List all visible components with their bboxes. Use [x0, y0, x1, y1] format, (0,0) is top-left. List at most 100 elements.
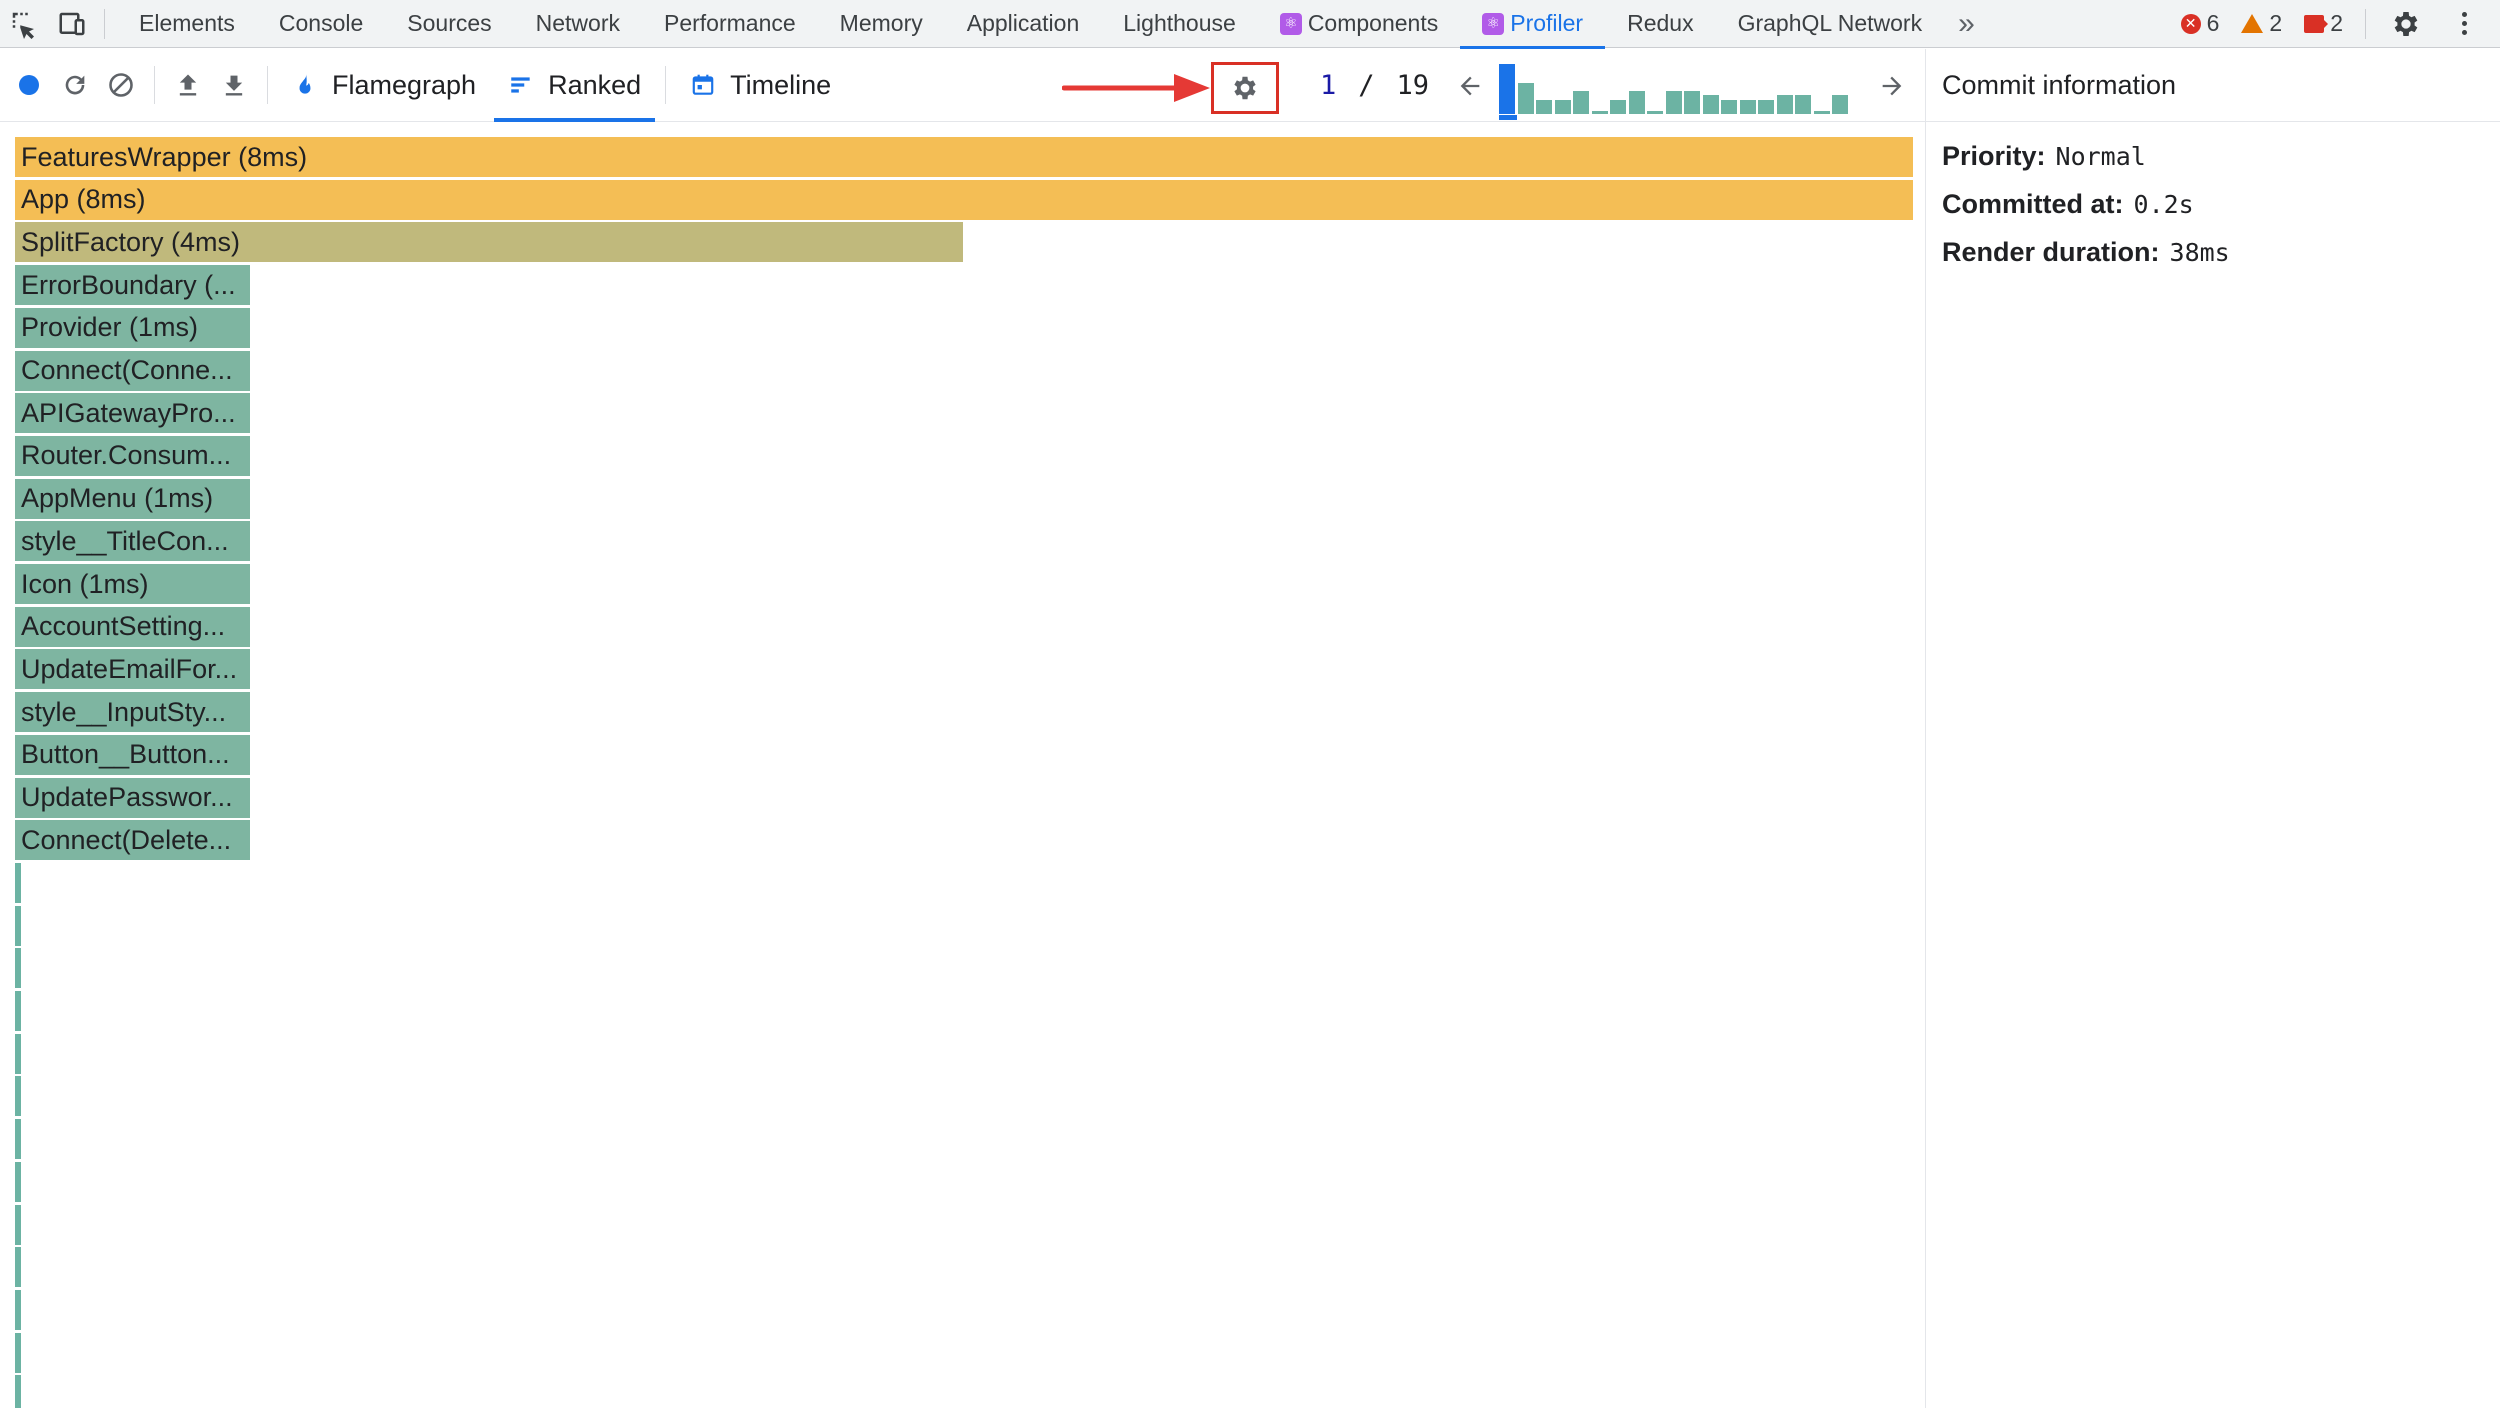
ranked-bar[interactable]: Button__Button... [15, 734, 250, 775]
committed-at-label: Committed at [1942, 188, 2115, 219]
tab-sources[interactable]: Sources [385, 0, 513, 48]
commit-bar[interactable] [1832, 95, 1848, 114]
tab-application[interactable]: Application [945, 0, 1102, 48]
next-commit-button[interactable] [1872, 49, 1912, 122]
arrow-left-icon [1460, 76, 1480, 95]
commit-bar[interactable] [1647, 111, 1663, 114]
gear-icon [1234, 76, 1256, 100]
warning-counter[interactable]: 2 [2241, 10, 2282, 37]
more-options-kebab-icon[interactable] [2446, 6, 2482, 42]
profiler-settings-button[interactable] [1211, 62, 1279, 114]
error-counter[interactable]: ✕ 6 [2180, 10, 2219, 37]
tab-graphql-network[interactable]: GraphQL Network [1716, 0, 1945, 48]
clear-profile-button[interactable] [98, 60, 144, 110]
ranked-bar[interactable]: SplitFactory (4ms) [15, 222, 963, 263]
commit-separator: / [1358, 70, 1375, 101]
render-duration-label: Render duration [1942, 236, 2151, 267]
ranked-bar-stub[interactable] [15, 1289, 21, 1330]
ranked-bar[interactable]: UpdateEmailFor... [15, 649, 250, 690]
commit-bar[interactable] [1628, 91, 1645, 114]
devtools-tabs: Elements Console Sources Network Performance… [117, 0, 1945, 49]
ranked-bar[interactable]: Router.Consum... [15, 435, 250, 476]
clear-icon [109, 73, 133, 97]
ranked-bar[interactable]: AppMenu (1ms) [15, 478, 250, 519]
tab-elements[interactable]: Elements [117, 0, 257, 48]
commit-bar[interactable] [1776, 95, 1793, 114]
ranked-bar[interactable]: FeaturesWrapper (8ms) [15, 137, 1913, 177]
more-tabs-chevron-icon[interactable]: » [1944, 7, 1983, 41]
tab-label: Redux [1627, 10, 1694, 36]
ranked-bar-stub[interactable] [15, 1204, 21, 1245]
commit-bar[interactable] [1554, 100, 1571, 114]
commit-bar[interactable] [1591, 111, 1608, 114]
ranked-bar[interactable]: Connect(Delete... [15, 820, 250, 861]
warning-count: 2 [2269, 10, 2283, 36]
tab-redux[interactable]: Redux [1605, 0, 1715, 48]
priority-label: Priority [1942, 140, 2037, 171]
tab-components[interactable]: ⚛ Components [1258, 0, 1460, 48]
ranked-bar[interactable]: ErrorBoundary (... [15, 265, 250, 306]
ranked-bar-stub[interactable] [15, 905, 21, 946]
device-toolbar-icon[interactable] [48, 0, 96, 48]
tab-memory[interactable]: Memory [818, 0, 945, 48]
tab-lighthouse[interactable]: Lighthouse [1101, 0, 1258, 48]
ranked-bar-stub[interactable] [15, 948, 21, 989]
ranked-bar[interactable]: AccountSetting... [15, 606, 250, 647]
ranked-bar[interactable]: App (8ms) [15, 179, 1913, 220]
tab-label: Elements [139, 10, 235, 36]
ranked-icon [511, 77, 530, 93]
ranked-bar-stub[interactable] [15, 991, 21, 1031]
record-button[interactable] [6, 60, 52, 110]
commit-bar[interactable] [1758, 100, 1774, 114]
ranked-bar[interactable]: style__TitleCon... [15, 521, 250, 562]
tab-network[interactable]: Network [514, 0, 642, 48]
ranked-bar-stub[interactable] [15, 1076, 21, 1117]
commit-bar[interactable] [1536, 100, 1552, 114]
tab-console[interactable]: Console [257, 0, 385, 48]
load-profile-button[interactable] [165, 60, 211, 110]
error-icon: ✕ [2180, 13, 2201, 34]
ranked-bar[interactable]: Icon (1ms) [15, 564, 250, 604]
ranked-bar-stub[interactable] [15, 1247, 21, 1288]
commit-bar[interactable] [1795, 95, 1811, 114]
commit-bar[interactable] [1813, 111, 1830, 114]
commit-bar[interactable] [1721, 100, 1737, 114]
commit-bar[interactable] [1684, 91, 1700, 114]
render-duration-value: 38ms [2169, 237, 2230, 267]
commit-bar-selected[interactable] [1499, 64, 1515, 114]
previous-commit-button[interactable] [1450, 49, 1490, 122]
warning-icon [2241, 14, 2264, 33]
tab-flamegraph[interactable]: Flamegraph [278, 49, 490, 122]
ranked-bar-stub[interactable] [15, 1375, 21, 1408]
tab-profiler[interactable]: ⚛ Profiler [1460, 0, 1605, 49]
inspect-element-icon[interactable] [0, 0, 48, 48]
ranked-bar-stub[interactable] [15, 1033, 21, 1074]
ranked-bar-stub[interactable] [15, 1332, 21, 1373]
tab-performance[interactable]: Performance [642, 0, 818, 48]
issues-counter[interactable]: 2 [2304, 10, 2343, 37]
ranked-bar[interactable]: UpdatePasswor... [15, 777, 250, 818]
selected-commit-indicator [1499, 115, 1517, 120]
ranked-bar[interactable]: style__InputSty... [15, 692, 250, 733]
ranked-bar[interactable]: Provider (1ms) [15, 307, 250, 348]
commit-bar[interactable] [1739, 100, 1756, 114]
ranked-bar[interactable]: APIGatewayPro... [15, 393, 250, 434]
commit-bar[interactable] [1665, 91, 1682, 114]
ranked-bar-stub[interactable] [15, 862, 21, 903]
ranked-bar-stub[interactable] [15, 1119, 21, 1160]
commit-bar[interactable] [1702, 95, 1719, 114]
commit-bar[interactable] [1517, 83, 1534, 114]
toolbar-divider [267, 66, 268, 104]
reload-and-profile-button[interactable] [52, 60, 98, 110]
tab-label: Console [278, 10, 364, 36]
commit-bar[interactable] [1573, 91, 1589, 114]
issues-count: 2 [2330, 10, 2343, 36]
ranked-bar[interactable]: Connect(Conne... [15, 350, 250, 391]
commit-selector-bars[interactable] [1499, 62, 1855, 120]
save-profile-button[interactable] [211, 60, 257, 110]
tab-ranked[interactable]: Ranked [494, 49, 656, 122]
commit-bar[interactable] [1610, 100, 1626, 114]
devtools-settings-gear-icon[interactable] [2388, 6, 2424, 42]
tab-timeline[interactable]: Timeline [676, 49, 845, 122]
ranked-bar-stub[interactable] [15, 1161, 21, 1202]
